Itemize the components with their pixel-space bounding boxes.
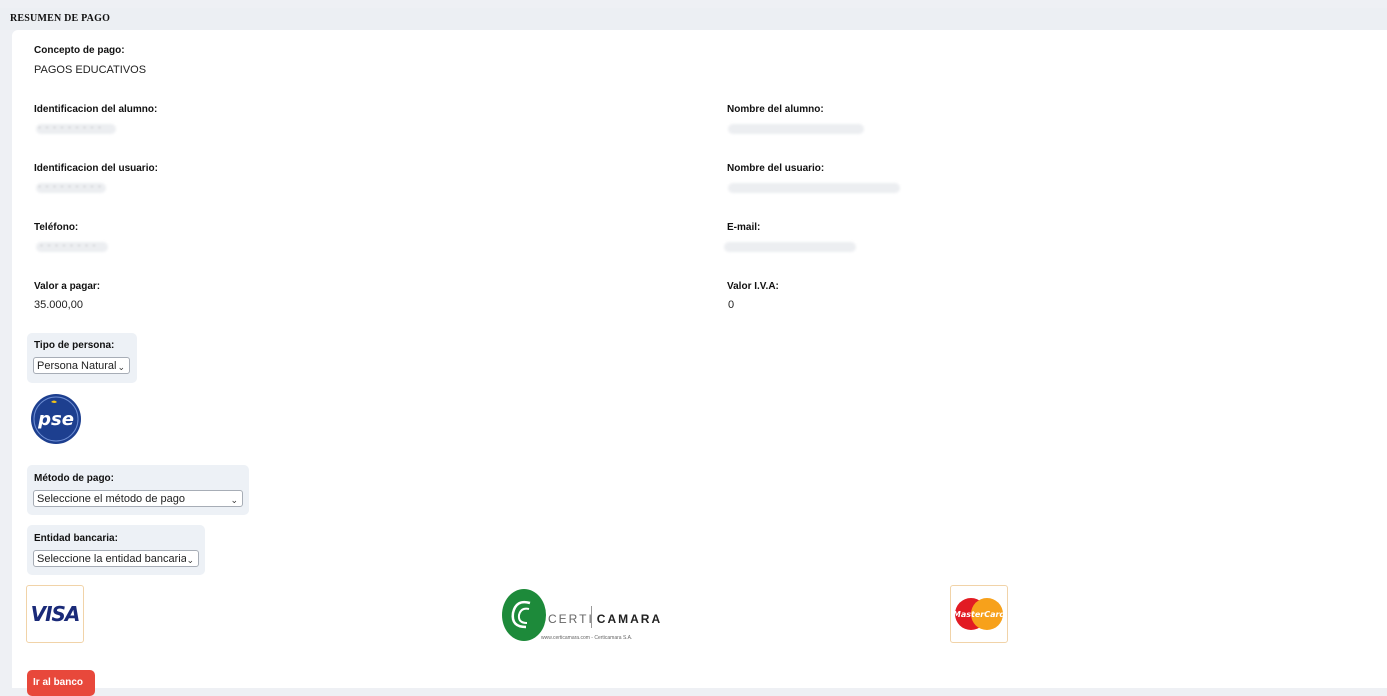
certicamara-emblem-shape [502,589,546,641]
page-title: RESUMEN DE PAGO [10,13,111,24]
mastercard-logo: MasterCard [950,585,1008,643]
bank-entity-select[interactable]: Seleccione la entidad bancaria ⌄ [33,550,199,567]
certicamara-wordmark-right: CAMARA [596,612,663,626]
certicamara-wordmark: CERTI CAMARA [548,612,662,626]
chevron-down-icon: ⌄ [186,552,194,566]
payment-method-label: Método de pago: [34,473,114,484]
mastercard-circles: MasterCard [953,598,1005,630]
user-id-label: Identificacion del usuario: [34,163,158,174]
mastercard-logo-text: MasterCard [953,610,1005,619]
payment-method-selected: Seleccione el método de pago [37,493,185,505]
certicamara-tagline: www.certicamara.com - Certicamara S.A. [541,635,633,641]
visa-logo-text: VISA [30,602,81,626]
chevron-down-icon: ⌄ [230,495,238,505]
header-bar [0,8,1387,30]
person-type-selected: Persona Natural [37,360,117,372]
amount-value: 35.000,00 [34,299,83,311]
student-name-label: Nombre del alumno: [727,104,824,115]
person-type-label: Tipo de persona: [34,340,115,351]
user-name-label: Nombre del usuario: [727,163,825,174]
pse-logo: pse [31,394,81,444]
concept-label: Concepto de pago: [34,45,125,56]
payment-summary-panel [12,30,1387,688]
vat-label: Valor I.V.A: [727,281,779,292]
go-to-bank-button[interactable]: Ir al banco [27,670,95,696]
email-redaction [724,242,856,252]
amount-label: Valor a pagar: [34,281,101,292]
student-id-value: · · · · · · · · · [38,122,102,132]
bank-entity-label: Entidad bancaria: [34,533,118,544]
certicamara-wordmark-left: CERTI [548,612,594,626]
phone-label: Teléfono: [34,222,79,233]
certicamara-divider [591,606,592,628]
student-id-label: Identificacion del alumno: [34,104,158,115]
vat-value: 0 [728,299,735,311]
email-label: E-mail: [727,222,761,233]
payment-method-select[interactable]: Seleccione el método de pago ⌄ [33,490,243,507]
phone-value: · · · · · · · · [40,240,97,250]
visa-logo: VISA [26,585,84,643]
chevron-down-icon: ⌄ [117,362,125,372]
person-type-select[interactable]: Persona Natural ⌄ [33,357,130,374]
concept-value: PAGOS EDUCATIVOS [34,64,147,76]
student-name-redaction [728,124,864,134]
user-id-value: · · · · · · · · · [38,181,102,191]
bank-entity-selected: Seleccione la entidad bancaria [37,553,187,565]
user-name-redaction [728,183,900,193]
pse-logo-text: pse [37,409,74,430]
